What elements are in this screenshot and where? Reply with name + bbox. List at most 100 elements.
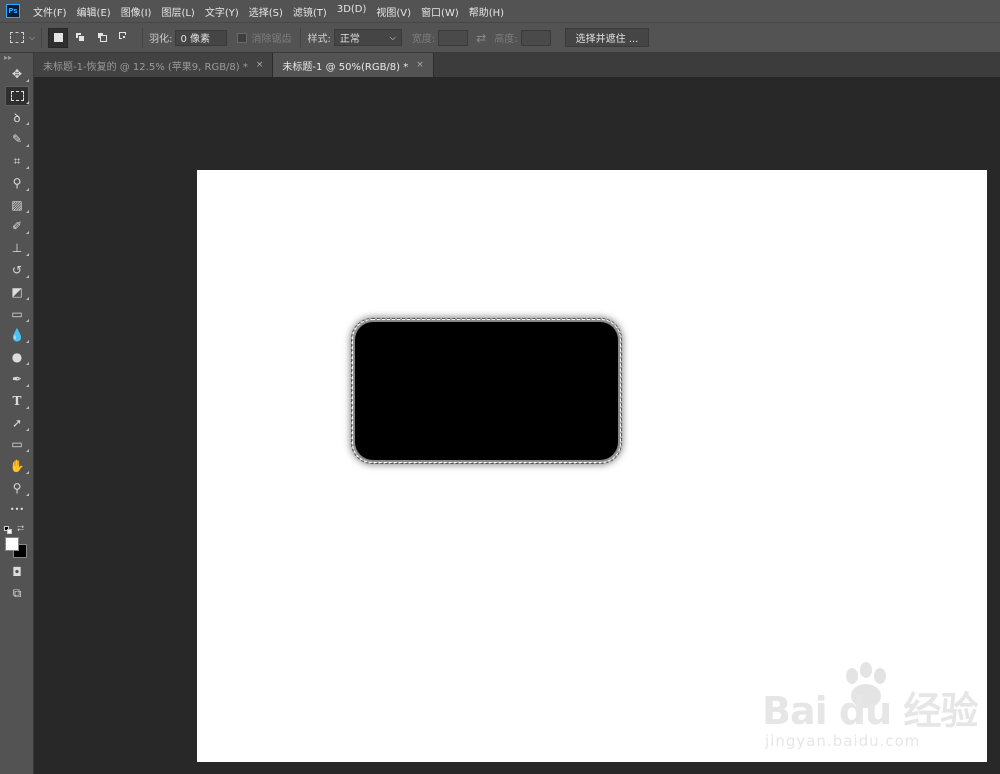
healing-brush-tool[interactable]: ▨ — [0, 194, 34, 216]
width-label: 宽度: — [411, 34, 436, 45]
screen-mode-button[interactable]: ⧉ — [0, 583, 34, 605]
document-tabs: 未标题-1-恢复的 @ 12.5% (苹果9, RGB/8) * × 未标题-1 @… — [34, 53, 1000, 77]
feather-input[interactable]: 0 像素 — [175, 29, 228, 46]
quick-mask-icon: ◘ — [12, 564, 22, 579]
document-canvas[interactable]: Bai du 经验 jingyan.baidu.com — [197, 170, 987, 762]
blur-tool[interactable]: 💧 — [0, 325, 34, 347]
bandage-icon: ▨ — [11, 197, 23, 212]
lasso-icon: ꝺ — [13, 110, 21, 125]
ellipsis-icon: ••• — [9, 505, 25, 515]
select-and-mask-button[interactable]: 选择并遮住 ... — [564, 28, 650, 47]
type-tool[interactable]: T — [0, 390, 34, 412]
antialias-label: 消除锯齿 — [251, 34, 292, 45]
menu-list: 文件(F) 编辑(E) 图像(I) 图层(L) 文字(Y) 选择(S) 滤镜(T) 3D(D)… — [28, 4, 509, 19]
menu-item[interactable]: 3D(D) — [332, 4, 372, 19]
pen-tool[interactable]: ✒ — [0, 368, 34, 390]
submenu-indicator-icon — [26, 187, 29, 191]
photoshop-logo[interactable]: Ps — [6, 4, 20, 18]
add-selection-button[interactable] — [70, 28, 90, 48]
lasso-tool[interactable]: ꝺ — [0, 107, 34, 129]
submenu-indicator-icon — [26, 427, 29, 431]
menu-item[interactable]: 文件(F) — [28, 4, 72, 19]
new-selection-icon — [53, 33, 63, 42]
menu-item[interactable]: 图像(I) — [116, 4, 157, 19]
gradient-icon: ▭ — [11, 306, 23, 321]
menu-item[interactable]: 滤镜(T) — [288, 4, 332, 19]
history-brush-icon: ↺ — [11, 263, 23, 278]
submenu-indicator-icon — [26, 362, 29, 366]
divider — [41, 27, 43, 48]
brush-tool[interactable]: ✐ — [0, 216, 34, 238]
move-tool[interactable]: ✥ — [0, 63, 34, 85]
quick-select-tool[interactable]: ✎ — [0, 128, 34, 150]
chevron-down-icon: ⌵ — [29, 32, 36, 42]
dodge-tool[interactable]: ● — [0, 346, 34, 368]
menu-item[interactable]: 窗口(W) — [416, 4, 464, 19]
hand-tool[interactable]: ✋ — [0, 455, 34, 477]
intersect-selection-button[interactable] — [114, 28, 134, 48]
swap-colors-icon[interactable]: ⮂ — [17, 524, 24, 534]
foreground-color-swatch[interactable] — [5, 536, 19, 551]
submenu-indicator-icon — [26, 122, 29, 126]
color-swatches: ⮂ — [0, 521, 33, 561]
submenu-indicator-icon — [26, 492, 29, 496]
gradient-tool[interactable]: ▭ — [0, 303, 34, 325]
rectangle-icon: ▭ — [11, 437, 23, 452]
default-colors-icon[interactable] — [4, 525, 12, 534]
intersect-selection-icon — [118, 32, 130, 43]
menu-bar: Ps 文件(F) 编辑(E) 图像(I) 图层(L) 文字(Y) 选择(S) 滤镜(T) 3D… — [0, 0, 1000, 22]
menu-item[interactable]: 选择(S) — [244, 4, 288, 19]
type-icon: T — [12, 393, 22, 408]
menu-item[interactable]: 视图(V) — [371, 4, 416, 19]
document-tab[interactable]: 未标题-1-恢复的 @ 12.5% (苹果9, RGB/8) * × — [34, 53, 274, 77]
more-tools[interactable]: ••• — [0, 499, 34, 521]
menu-item[interactable]: 编辑(E) — [72, 4, 116, 19]
height-input[interactable] — [520, 29, 551, 46]
arrow-icon: ➚ — [11, 415, 23, 430]
options-bar: ⌵ 羽化: 0 像素 消除锯齿 样式: 正常 ⌵ 宽度: ⇄ 高度: 选择并遮住 … — [0, 22, 1000, 53]
submenu-indicator-icon — [26, 209, 29, 213]
menu-item[interactable]: 帮助(H) — [464, 4, 509, 19]
style-select[interactable]: 正常 ⌵ — [333, 29, 402, 46]
marquee-tool[interactable] — [0, 85, 34, 107]
add-selection-icon — [74, 32, 86, 43]
menu-item[interactable]: 图层(L) — [156, 4, 199, 19]
menu-item[interactable]: 文字(Y) — [200, 4, 244, 19]
tab-title: 未标题-1 @ 50%(RGB/8) * — [282, 61, 409, 73]
history-brush-tool[interactable]: ↺ — [0, 259, 34, 281]
submenu-indicator-icon — [26, 296, 29, 300]
tool-list: ✥ ꝺ ✎ ⌗ ⚲ ▨ ✐ ⊥ ↺ ◩ ▭ 💧 ● ✒ T ➚ ▭ ✋ ⚲ ••• — [0, 63, 33, 521]
chevron-down-icon: ⌵ — [389, 32, 396, 42]
submenu-indicator-icon — [26, 340, 29, 344]
submenu-indicator-icon — [26, 318, 29, 322]
panel-collapse-icon[interactable]: ▸▸ — [0, 53, 33, 63]
new-selection-button[interactable] — [48, 27, 69, 48]
crop-tool[interactable]: ⌗ — [0, 150, 34, 172]
eyedropper-tool[interactable]: ⚲ — [0, 172, 34, 194]
antialias-checkbox[interactable] — [237, 32, 248, 43]
subtract-selection-button[interactable] — [92, 28, 112, 48]
close-icon[interactable]: × — [416, 60, 424, 70]
crop-icon: ⌗ — [13, 153, 21, 168]
submenu-indicator-icon — [26, 383, 29, 387]
clone-stamp-tool[interactable]: ⊥ — [0, 237, 34, 259]
feather-label: 羽化: — [149, 34, 173, 45]
submenu-indicator-icon — [26, 449, 29, 453]
watermark-url-text: jingyan.baidu.com — [765, 732, 921, 750]
quick-mask-button[interactable]: ◘ — [0, 561, 34, 583]
width-input[interactable] — [438, 29, 469, 46]
rectangle-tool[interactable]: ▭ — [0, 434, 34, 456]
close-icon[interactable]: × — [256, 60, 264, 70]
rect-marquee-icon — [5, 85, 29, 106]
path-select-tool[interactable]: ➚ — [0, 412, 34, 434]
swap-dimensions-icon[interactable]: ⇄ — [476, 31, 486, 45]
eraser-tool[interactable]: ◩ — [0, 281, 34, 303]
tool-preset-picker[interactable]: ⌵ — [10, 32, 35, 43]
zoom-tool[interactable]: ⚲ — [0, 477, 34, 499]
style-select-value: 正常 — [339, 34, 360, 45]
pen-icon: ✒ — [11, 372, 23, 387]
stamp-icon: ⊥ — [11, 241, 23, 256]
document-tab-active[interactable]: 未标题-1 @ 50%(RGB/8) * × — [273, 53, 434, 77]
selection-marquee[interactable] — [352, 319, 621, 463]
divider — [300, 27, 302, 48]
